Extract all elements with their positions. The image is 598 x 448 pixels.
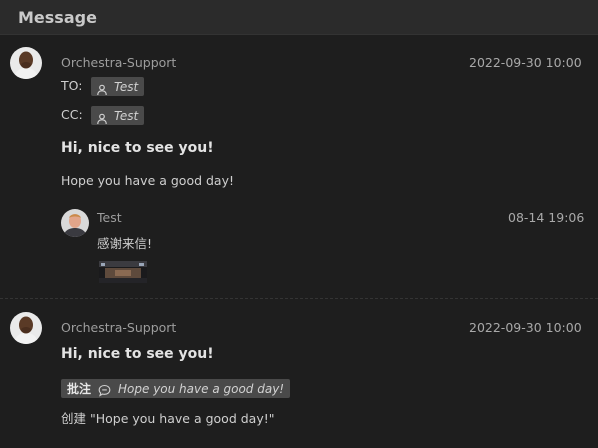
reply-sender-name[interactable]: Test (97, 210, 122, 225)
comment-icon (98, 382, 111, 397)
to-label: TO: (61, 78, 83, 93)
reply-timestamp: 08-14 19:06 (508, 210, 585, 225)
annotation-prefix: 批注 (67, 382, 92, 396)
message-body: 创建 "Hope you have a good day!" (61, 411, 275, 426)
attachment-thumbnail[interactable] (99, 261, 147, 283)
annotation-chip[interactable]: 批注 Hope you have a good day! (61, 379, 291, 398)
to-recipient-chip[interactable]: Test (91, 77, 145, 96)
message-timestamp: 2022-09-30 10:00 (469, 55, 582, 70)
to-recipient-name: Test (114, 79, 139, 94)
cc-recipient-chip[interactable]: Test (91, 106, 145, 125)
reply-body: 感谢来信! (97, 236, 153, 251)
cc-label: CC: (61, 107, 83, 122)
sender-name[interactable]: Orchestra-Support (61, 320, 176, 335)
person-icon (96, 110, 108, 124)
sender-name[interactable]: Orchestra-Support (61, 55, 176, 70)
reply-avatar[interactable] (61, 209, 89, 237)
message-subject: Hi, nice to see you! (61, 140, 214, 156)
message-timestamp: 2022-09-30 10:00 (469, 320, 582, 335)
cc-recipient-name: Test (114, 108, 139, 123)
sender-avatar[interactable] (10, 312, 42, 344)
annotation-text: Hope you have a good day! (118, 381, 285, 396)
page-title: Message (18, 8, 97, 27)
header-bar: Message (0, 0, 598, 35)
message-divider (0, 298, 598, 299)
sender-avatar[interactable] (10, 47, 42, 79)
person-icon (96, 81, 108, 95)
message-body: Hope you have a good day! (61, 173, 235, 188)
message-subject: Hi, nice to see you! (61, 346, 214, 362)
